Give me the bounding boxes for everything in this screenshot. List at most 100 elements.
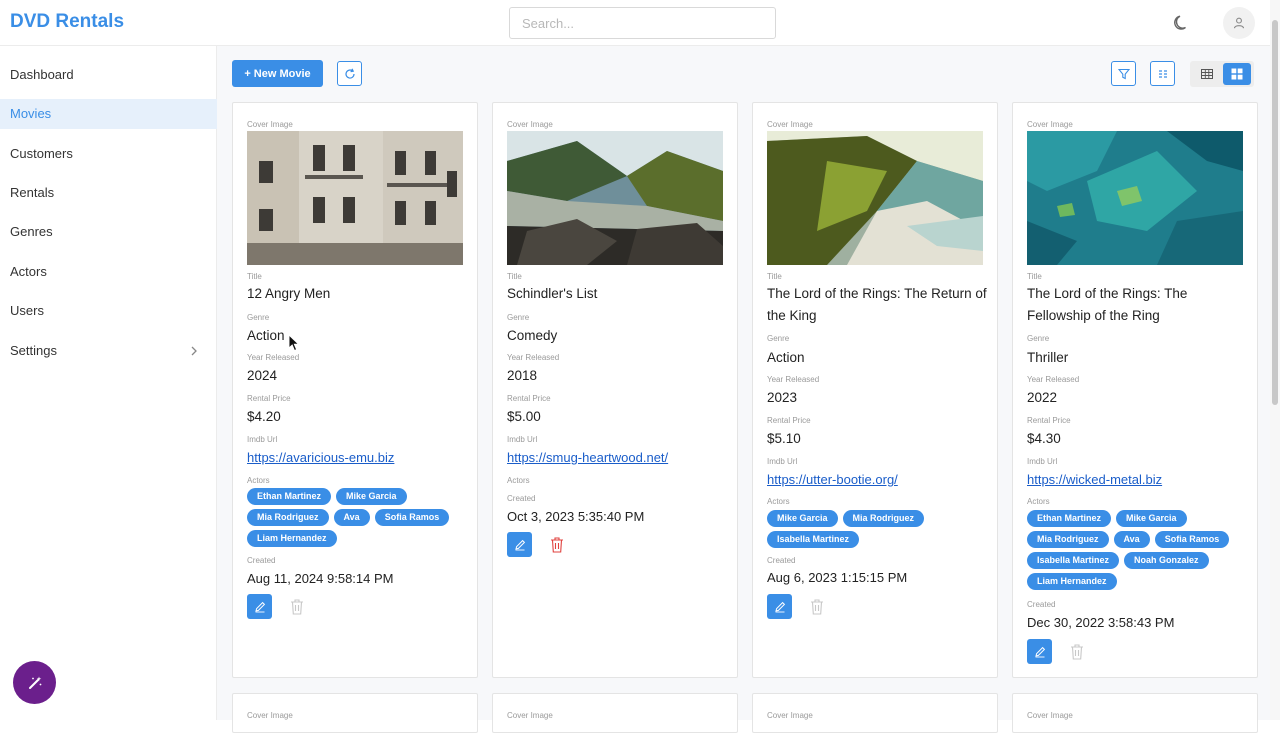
pencil-icon: [774, 601, 785, 612]
actor-chips: Ethan Martinez Mike Garcia Mia Rodriguez…: [1027, 510, 1252, 590]
movie-year: 2023: [767, 390, 798, 405]
actor-chip[interactable]: Isabella Martinez: [1027, 552, 1120, 569]
filter-button[interactable]: [1111, 61, 1136, 86]
actor-chip[interactable]: Isabella Martinez: [767, 531, 860, 548]
cover-image[interactable]: [507, 131, 723, 265]
imdb-link[interactable]: https://utter-bootie.org/: [767, 472, 898, 487]
magic-wand-button[interactable]: [13, 661, 56, 704]
sidebar-item-rentals[interactable]: Rentals: [0, 178, 217, 208]
cover-label: Cover Image: [767, 120, 813, 129]
price-label: Rental Price: [247, 394, 291, 403]
cover-label: Cover Image: [247, 711, 293, 720]
price-label: Rental Price: [507, 394, 551, 403]
app-title[interactable]: DVD Rentals: [10, 11, 124, 33]
refresh-button[interactable]: [337, 61, 362, 86]
imdb-label: Imdb Url: [1027, 457, 1058, 466]
grid-view-button[interactable]: [1223, 63, 1251, 85]
view-toggle: [1190, 61, 1254, 87]
actor-chip[interactable]: Sofia Ramos: [1154, 531, 1230, 548]
cover-image[interactable]: [767, 131, 983, 265]
imdb-link[interactable]: https://wicked-metal.biz: [1027, 472, 1162, 487]
edit-button[interactable]: [507, 532, 532, 557]
sidebar-item-actors[interactable]: Actors: [0, 257, 217, 287]
new-movie-button[interactable]: + New Movie: [232, 60, 323, 87]
sidebar-item-settings[interactable]: Settings: [0, 336, 217, 366]
title-label: Title: [767, 272, 782, 281]
created-label: Created: [507, 494, 536, 503]
actor-chip[interactable]: Liam Hernandez: [1027, 573, 1117, 590]
movie-title: The Lord of the Rings: The Return of the…: [767, 286, 987, 323]
actor-chip[interactable]: Ava: [1113, 531, 1150, 548]
trash-icon[interactable]: [289, 598, 305, 616]
imdb-link[interactable]: https://smug-heartwood.net/: [507, 450, 668, 465]
edit-button[interactable]: [767, 594, 792, 619]
edit-button[interactable]: [247, 594, 272, 619]
price-label: Rental Price: [1027, 416, 1071, 425]
movie-title: The Lord of the Rings: The Fellowship of…: [1027, 286, 1188, 323]
mouse-cursor-icon: [288, 334, 300, 352]
magic-wand-icon: [28, 676, 41, 689]
pencil-icon: [254, 601, 265, 612]
actors-label: Actors: [507, 476, 530, 485]
movie-created: Oct 3, 2023 5:35:40 PM: [507, 509, 645, 524]
imdb-link[interactable]: https://avaricious-emu.biz: [247, 450, 394, 465]
movie-card: Cover Image Title The Lord of the Rings:…: [1012, 102, 1258, 678]
sidebar-item-customers[interactable]: Customers: [0, 139, 217, 169]
edit-button[interactable]: [1027, 639, 1052, 664]
movie-genre: Thriller: [1027, 350, 1069, 365]
cover-label: Cover Image: [507, 711, 553, 720]
actor-chip[interactable]: Noah Gonzalez: [1124, 552, 1209, 569]
movie-year: 2022: [1027, 390, 1058, 405]
movie-genre: Comedy: [507, 328, 558, 343]
actor-chip[interactable]: Mike Garcia: [336, 488, 407, 505]
actor-chip[interactable]: Mia Rodriguez: [247, 509, 329, 526]
movie-card: Cover Image: [1012, 693, 1258, 733]
moon-icon[interactable]: [1172, 13, 1192, 33]
sidebar-item-dashboard[interactable]: Dashboard: [0, 60, 217, 90]
pencil-icon: [1034, 646, 1045, 657]
year-label: Year Released: [507, 353, 560, 362]
actor-chips: Ethan Martinez Mike Garcia Mia Rodriguez…: [247, 488, 472, 547]
sidebar-item-settings-row[interactable]: Settings: [0, 336, 217, 366]
actor-chip[interactable]: Liam Hernandez: [247, 530, 337, 547]
genre-label: Genre: [247, 313, 270, 322]
search-input[interactable]: [509, 7, 776, 39]
movie-card: Cover Image Title Schindler's List Genre…: [492, 102, 738, 678]
columns-button[interactable]: [1150, 61, 1175, 86]
table-icon: [1201, 69, 1213, 79]
actor-chip[interactable]: Ethan Martinez: [1027, 510, 1112, 527]
actor-chip[interactable]: Mia Rodriguez: [842, 510, 925, 527]
sidebar-item-users[interactable]: Users: [0, 296, 217, 326]
cover-image[interactable]: [1027, 131, 1243, 265]
actor-chip[interactable]: Sofia Ramos: [374, 509, 450, 526]
scrollbar-thumb[interactable]: [1272, 20, 1278, 405]
actor-chip[interactable]: Mike Garcia: [1116, 510, 1187, 527]
top-bar: DVD Rentals: [0, 0, 1270, 46]
movie-genre: Action: [767, 350, 805, 365]
cover-image[interactable]: [247, 131, 463, 265]
avatar[interactable]: [1223, 7, 1255, 39]
cover-label: Cover Image: [767, 711, 813, 720]
trash-icon[interactable]: [1069, 643, 1085, 661]
created-label: Created: [247, 556, 276, 565]
sidebar-item-movies[interactable]: Movies: [0, 99, 217, 129]
trash-icon[interactable]: [809, 598, 825, 616]
actor-chip[interactable]: Mia Rodriguez: [1027, 531, 1109, 548]
actors-label: Actors: [1027, 497, 1050, 506]
movie-year: 2024: [247, 368, 278, 383]
cover-label: Cover Image: [1027, 120, 1073, 129]
movie-genre: Action: [247, 328, 285, 343]
pencil-icon: [514, 539, 525, 550]
sidebar-item-genres[interactable]: Genres: [0, 217, 217, 247]
actor-chip[interactable]: Mike Garcia: [767, 510, 838, 527]
page-scrollbar[interactable]: [1270, 0, 1280, 720]
title-label: Title: [1027, 272, 1042, 281]
year-label: Year Released: [767, 375, 820, 384]
imdb-label: Imdb Url: [767, 457, 798, 466]
actor-chip[interactable]: Ava: [333, 509, 370, 526]
actor-chip[interactable]: Ethan Martinez: [247, 488, 332, 505]
trash-icon[interactable]: [549, 536, 565, 554]
imdb-label: Imdb Url: [507, 435, 538, 444]
table-view-button[interactable]: [1193, 63, 1221, 85]
movie-created: Aug 6, 2023 1:15:15 PM: [767, 570, 908, 585]
